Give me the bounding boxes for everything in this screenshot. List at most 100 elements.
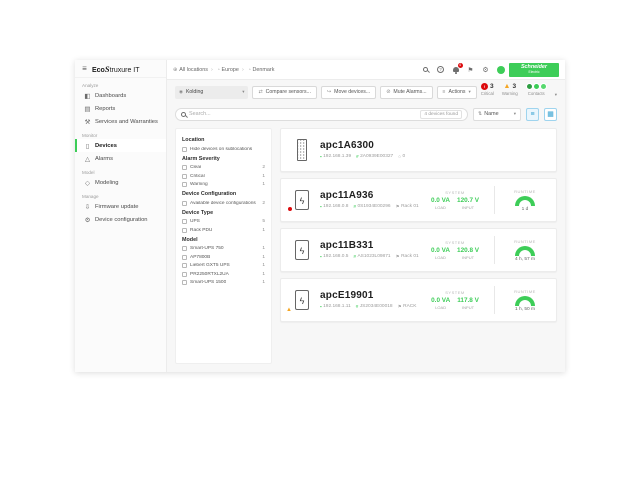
runtime-value: 1 h, 50 m bbox=[503, 307, 547, 312]
load-value: 0.0 VA bbox=[431, 297, 450, 304]
checkbox[interactable] bbox=[182, 182, 187, 187]
load-value: 0.0 VA bbox=[431, 197, 450, 204]
input-value: 117.8 V bbox=[457, 297, 479, 304]
mute-alarms-button[interactable]: Mute Alarms... bbox=[380, 86, 432, 99]
checkbox[interactable] bbox=[182, 174, 187, 179]
alarm-status-summary: 3 Critical 3 Warning Contacts bbox=[481, 83, 557, 101]
filter-label: UPS bbox=[190, 219, 200, 224]
filter-ups[interactable]: UPS 5 bbox=[182, 219, 265, 224]
help-icon[interactable] bbox=[436, 65, 445, 74]
location-icon bbox=[218, 67, 220, 73]
runtime-gauge bbox=[515, 196, 535, 206]
sidebar-item-firmware-update[interactable]: Firmware update bbox=[75, 200, 166, 213]
search-input-icon bbox=[181, 112, 186, 117]
account-avatar[interactable] bbox=[496, 65, 505, 74]
subscriptions-flag-icon[interactable] bbox=[466, 65, 475, 74]
checkbox[interactable] bbox=[182, 165, 187, 170]
filter-model-liebert-gxt5[interactable]: Liebert GXT5 UPS 1 bbox=[182, 263, 265, 268]
sidebar-item-label: Firmware update bbox=[95, 204, 139, 210]
filter-model-smart-ups-1500[interactable]: Smart-UPS 1500 1 bbox=[182, 280, 265, 285]
all-locations-icon bbox=[173, 67, 177, 73]
breadcrumb-denmark[interactable]: Denmark bbox=[239, 67, 274, 73]
sidebar-item-devices[interactable]: Devices bbox=[75, 139, 166, 152]
sort-select[interactable]: Name bbox=[473, 108, 521, 121]
filter-label: Hide devices on sublocations bbox=[190, 147, 252, 152]
actions-label: Actions bbox=[448, 89, 465, 95]
checkbox[interactable] bbox=[182, 272, 187, 277]
sidebar-item-reports[interactable]: Reports bbox=[75, 102, 166, 115]
sidebar-item-dashboards[interactable]: Dashboards bbox=[75, 89, 166, 102]
checkbox[interactable] bbox=[182, 228, 187, 233]
mute-alarms-label: Mute Alarms... bbox=[393, 89, 426, 95]
checkbox[interactable] bbox=[182, 147, 187, 152]
checkbox[interactable] bbox=[182, 263, 187, 268]
device-card-apc1A6300[interactable]: apc1A6300 192.168.1.39 2A0939E00327 0 bbox=[280, 128, 557, 172]
main-area: All locations Europe Denmark bbox=[167, 60, 565, 372]
actions-button[interactable]: Actions bbox=[437, 86, 477, 99]
search-input[interactable] bbox=[189, 111, 417, 117]
location-filter-select[interactable]: Kolding bbox=[175, 86, 248, 99]
filter-available-configurations[interactable]: Available device configurations 2 bbox=[182, 201, 265, 206]
warning-icon bbox=[504, 83, 511, 90]
move-devices-button[interactable]: Move devices... bbox=[321, 86, 376, 99]
breadcrumb-label: Denmark bbox=[253, 67, 275, 73]
checkbox[interactable] bbox=[182, 201, 187, 206]
device-serial: 2A0939E00327 bbox=[360, 154, 393, 159]
sidebar-item-alarms[interactable]: Alarms bbox=[75, 152, 166, 165]
top-bar: All locations Europe Denmark bbox=[167, 60, 565, 80]
compare-sensors-button[interactable]: Compare sensors... bbox=[252, 86, 316, 99]
breadcrumb-europe[interactable]: Europe bbox=[208, 67, 239, 73]
filter-warning[interactable]: Warning 1 bbox=[182, 182, 265, 187]
sidebar-item-services-warranties[interactable]: Services and Warranties bbox=[75, 115, 166, 128]
filter-model-smart-ups-750[interactable]: Smart-UPS 750 1 bbox=[182, 246, 265, 251]
rack-pdu-icon bbox=[290, 139, 314, 161]
system-header: SYSTEM bbox=[424, 240, 486, 245]
runtime-header: RUNTIME bbox=[503, 289, 547, 294]
filter-count: 2 bbox=[260, 201, 265, 206]
filter-label: AP7800B bbox=[190, 255, 210, 260]
device-name: apcE19901 bbox=[320, 290, 416, 301]
checkbox[interactable] bbox=[182, 255, 187, 260]
results-count: 4 devices found bbox=[420, 110, 462, 119]
ecostruxure-logo: EcoStruxure IT bbox=[92, 64, 140, 74]
checkbox[interactable] bbox=[182, 219, 187, 224]
device-serial: AS1023L09871 bbox=[357, 254, 390, 259]
critical-status[interactable]: 3 Critical bbox=[481, 83, 494, 96]
checkbox[interactable] bbox=[182, 246, 187, 251]
critical-label: Critical bbox=[481, 91, 494, 96]
notifications-bell-icon[interactable]: 4 bbox=[451, 65, 460, 74]
filter-clear[interactable]: Clear 2 bbox=[182, 165, 265, 170]
filter-model-pr2250rtxl2ua[interactable]: PR2250RTXL2UA 1 bbox=[182, 272, 265, 277]
filter-hide-sublocations[interactable]: Hide devices on sublocations bbox=[182, 147, 265, 152]
pin-icon bbox=[179, 89, 183, 95]
filter-rack-pdu[interactable]: Rack PDU 1 bbox=[182, 228, 265, 233]
warning-status[interactable]: 3 Warning bbox=[502, 83, 518, 96]
device-location: RACK bbox=[403, 304, 416, 309]
search-icon[interactable] bbox=[421, 65, 430, 74]
breadcrumb-all-locations[interactable]: All locations bbox=[173, 67, 208, 73]
filter-label: Smart-UPS 1500 bbox=[190, 280, 226, 285]
device-serial: JS2034E00018 bbox=[360, 304, 393, 309]
device-card-apcE19901[interactable]: apcE19901 192.168.1.11 JS2034E00018 RACK… bbox=[280, 278, 557, 322]
grid-view-toggle[interactable] bbox=[544, 108, 557, 121]
sidebar-item-device-configuration[interactable]: Device configuration bbox=[75, 213, 166, 226]
settings-gear-icon[interactable] bbox=[481, 65, 490, 74]
critical-badge bbox=[287, 206, 293, 212]
sidebar-item-label: Device configuration bbox=[95, 217, 148, 223]
sidebar-item-modeling[interactable]: Modeling bbox=[75, 176, 166, 189]
filter-critical[interactable]: Critical 1 bbox=[182, 174, 265, 179]
device-card-apc11A936[interactable]: apc11A936 192.168.0.8 0S1934E00296 Rack … bbox=[280, 178, 557, 222]
list-view-toggle[interactable] bbox=[526, 108, 539, 121]
checkbox[interactable] bbox=[182, 280, 187, 285]
filter-model-ap7800b[interactable]: AP7800B 1 bbox=[182, 255, 265, 260]
filter-count: 2 bbox=[260, 165, 265, 170]
schneider-electric-logo[interactable]: Schneider Electric bbox=[509, 63, 559, 77]
input-value: 120.7 V bbox=[457, 197, 479, 204]
device-location: Rack 01 bbox=[401, 204, 419, 209]
contacts-status[interactable]: Contacts bbox=[526, 83, 547, 96]
chevron-down-icon[interactable] bbox=[555, 83, 557, 101]
menu-icon[interactable] bbox=[81, 64, 88, 73]
device-card-apc11B331[interactable]: apc11B331 192.168.0.5 AS1023L09871 Rack … bbox=[280, 228, 557, 272]
critical-count: 3 bbox=[490, 83, 494, 90]
filters-panel: Location Hide devices on sublocations Al… bbox=[175, 128, 272, 364]
